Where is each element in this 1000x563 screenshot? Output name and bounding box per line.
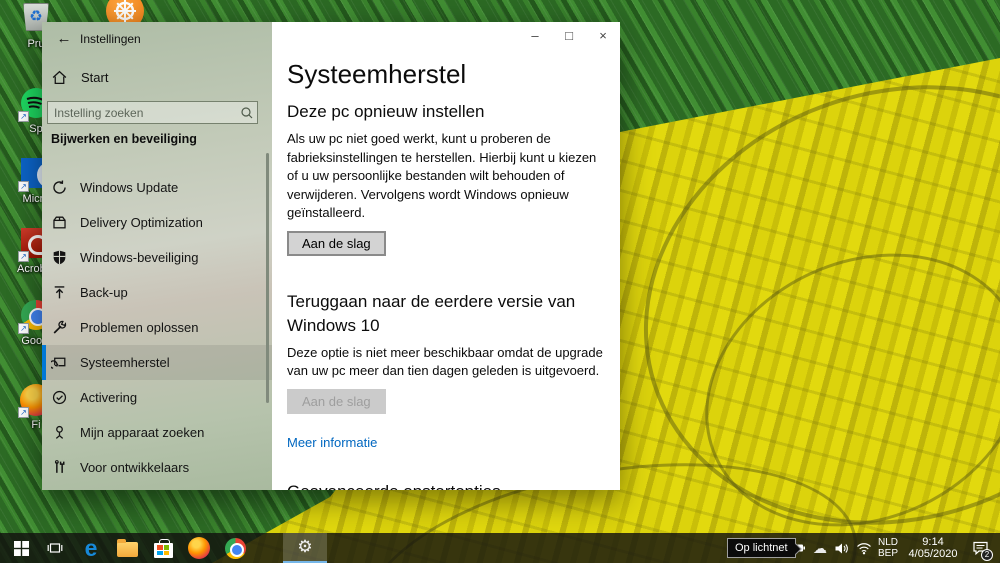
action-center-button[interactable]: 2	[968, 533, 993, 563]
shortcut-arrow-icon: ↗	[18, 251, 29, 262]
sidebar-item-delivery-optimization[interactable]: Delivery Optimization	[42, 205, 272, 240]
close-button[interactable]: ×	[586, 22, 620, 50]
sidebar-item-windows-security[interactable]: Windows-beveiliging	[42, 240, 272, 275]
sidebar-item-for-developers[interactable]: Voor ontwikkelaars	[42, 450, 272, 485]
sidebar-item-backup[interactable]: Back-up	[42, 275, 272, 310]
sidebar-section-header: Bijwerken en beveiliging	[51, 132, 197, 146]
recovery-icon	[51, 357, 66, 369]
speaker-icon[interactable]	[834, 533, 850, 563]
maximize-button[interactable]: □	[552, 22, 586, 50]
wrench-icon	[53, 320, 67, 334]
sidebar-item-recovery[interactable]: Systeemherstel	[42, 345, 272, 380]
start-button[interactable]	[6, 533, 36, 563]
task-view-button[interactable]	[40, 533, 70, 563]
rollback-description: Deze optie is niet meer beschikbaar omda…	[287, 344, 603, 379]
sidebar-item-windows-update[interactable]: Windows Update	[42, 170, 272, 205]
file-explorer-icon	[116, 539, 138, 557]
advanced-startup-heading: Geavanceerde opstartopties	[287, 480, 609, 491]
gear-icon: ⚙	[297, 537, 313, 556]
page-title: Systeemherstel	[287, 59, 467, 89]
taskbar-clock[interactable]: 9:14 4/05/2020	[904, 536, 962, 561]
developer-tools-icon	[54, 460, 65, 473]
sidebar-item-list: Windows Update Delivery Optimization Win…	[42, 170, 272, 485]
taskbar-chrome-button[interactable]	[220, 533, 250, 563]
desktop: ♻ Pru ↗ Sp ↗ Micro ↗ Acrobat ↗ Googl ↗ F…	[0, 0, 1000, 563]
delivery-box-icon	[53, 216, 66, 229]
sidebar-item-label: Voor ontwikkelaars	[80, 460, 190, 475]
reset-heading: Deze pc opnieuw instellen	[287, 102, 485, 121]
settings-sidebar: ← Instellingen Start Bijwerken en beveil…	[42, 22, 272, 490]
backup-arrow-icon	[54, 286, 65, 299]
microsoft-store-icon	[153, 538, 173, 558]
rollback-get-started-button-disabled: Aan de slag	[287, 388, 386, 414]
taskbar-edge-button[interactable]: e	[76, 533, 106, 563]
language-code: NLD	[877, 537, 898, 548]
settings-window: ← Instellingen Start Bijwerken en beveil…	[42, 22, 620, 490]
keyboard-layout: BEP	[877, 548, 898, 559]
taskbar-settings-button-active[interactable]: ⚙	[283, 533, 327, 563]
sidebar-item-start[interactable]: Start	[42, 64, 272, 90]
firefox-icon	[188, 537, 210, 559]
sidebar-item-label: Windows-beveiliging	[80, 250, 199, 265]
shortcut-arrow-icon: ↗	[18, 181, 29, 192]
search-icon	[241, 106, 253, 118]
chrome-icon	[224, 537, 246, 559]
shortcut-arrow-icon: ↗	[18, 407, 29, 418]
window-title: Instellingen	[80, 32, 141, 46]
taskbar-firefox-button[interactable]	[184, 533, 214, 563]
windows-logo-icon	[13, 540, 29, 556]
shortcut-arrow-icon: ↗	[18, 323, 29, 334]
shield-icon	[53, 250, 66, 265]
settings-main-pane: – □ × Systeemherstel Deze pc opnieuw ins…	[272, 22, 620, 490]
sidebar-item-label: Start	[81, 69, 109, 85]
sidebar-item-label: Delivery Optimization	[80, 215, 203, 230]
sidebar-item-troubleshoot[interactable]: Problemen oplossen	[42, 310, 272, 345]
window-caption-buttons: – □ ×	[518, 22, 620, 50]
task-view-icon	[47, 543, 63, 553]
clock-date: 4/05/2020	[908, 548, 958, 560]
sidebar-item-activation[interactable]: Activering	[42, 380, 272, 415]
more-info-link[interactable]: Meer informatie	[287, 435, 377, 450]
settings-search-box[interactable]	[47, 101, 258, 124]
system-tray: ☁ NLD BEP 9:14 4/05/2020 2	[768, 533, 1000, 563]
sidebar-item-label: Systeemherstel	[80, 355, 170, 370]
sidebar-scrollbar[interactable]	[266, 153, 269, 403]
wifi-icon[interactable]	[856, 533, 872, 563]
taskbar: e ⚙ Op lichtnet ☁ NLD BEP 9:14 4/05/2020…	[0, 533, 1000, 563]
edge-icon: e	[84, 535, 98, 561]
clock-time: 9:14	[922, 535, 944, 548]
sidebar-item-label: Back-up	[80, 285, 128, 300]
language-indicator[interactable]: NLD BEP	[878, 537, 898, 559]
taskbar-store-button[interactable]	[148, 533, 178, 563]
shortcut-arrow-icon: ↗	[18, 111, 29, 122]
notification-count-badge: 2	[981, 549, 993, 561]
reset-description: Als uw pc niet goed werkt, kunt u prober…	[287, 131, 597, 220]
check-circle-icon	[52, 390, 67, 405]
sidebar-item-label: Problemen oplossen	[80, 320, 199, 335]
power-status-tooltip: Op lichtnet	[727, 538, 796, 558]
rollback-heading: Teruggaan naar de eerdere versie van Win…	[287, 291, 576, 335]
sidebar-item-find-my-device[interactable]: Mijn apparaat zoeken	[42, 415, 272, 450]
sidebar-item-label: Activering	[80, 390, 138, 405]
onedrive-cloud-icon[interactable]: ☁	[812, 533, 828, 563]
search-input[interactable]	[48, 105, 237, 120]
sync-icon	[53, 180, 66, 194]
recovery-page-content: Systeemherstel Deze pc opnieuw instellen…	[287, 60, 620, 490]
home-icon	[52, 70, 67, 84]
back-button[interactable]: ←	[50, 27, 78, 51]
reset-get-started-button[interactable]: Aan de slag	[287, 230, 386, 256]
map-pin-icon	[55, 425, 64, 439]
sidebar-item-label: Mijn apparaat zoeken	[80, 425, 205, 440]
minimize-button[interactable]: –	[518, 22, 552, 50]
sidebar-item-label: Windows Update	[80, 180, 179, 195]
taskbar-file-explorer-button[interactable]	[112, 533, 142, 563]
